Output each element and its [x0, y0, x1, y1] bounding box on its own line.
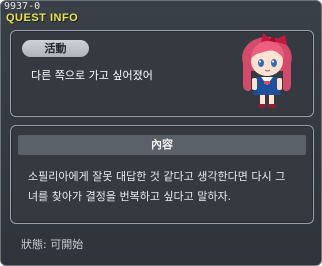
quest-info-window: 9937-0 QUEST INFO 活動 다른 쪽으로 가고 싶어졌어 內容 소…: [0, 0, 322, 266]
quest-summary-text: 다른 쪽으로 가고 싶어졌어: [31, 69, 153, 82]
window-title: QUEST INFO: [6, 12, 79, 24]
content-header: 內容: [18, 135, 306, 155]
npc-girl-red-hair-icon: [242, 33, 292, 108]
quest-type-tag: 活動: [22, 40, 89, 57]
quest-id-label: 9937-0: [4, 1, 41, 12]
content-text: 소필리아에게 잘못 대답한 것 같다고 생각한다면 다시 그 녀를 찾아가 결정…: [28, 170, 286, 203]
quest-status-text: 狀態: 可開始: [21, 238, 84, 251]
quest-content-panel: 內容 소필리아에게 잘못 대답한 것 같다고 생각한다면 다시 그 녀를 찾아가…: [10, 125, 314, 224]
